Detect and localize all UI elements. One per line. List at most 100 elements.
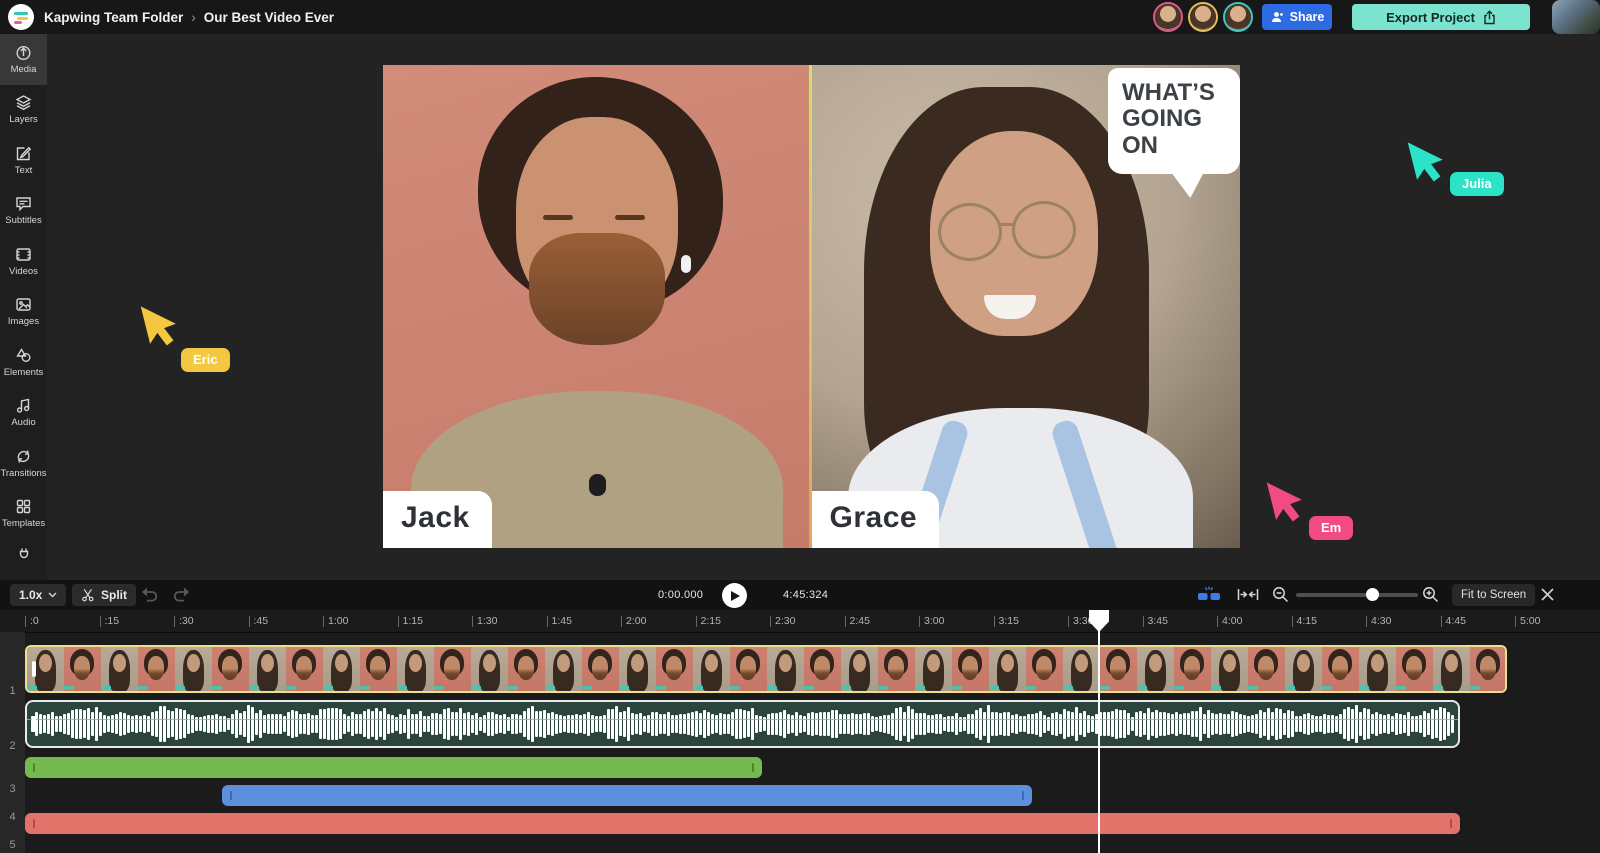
- zoom-slider-knob[interactable]: [1366, 588, 1379, 601]
- track-number: 1: [0, 685, 25, 697]
- volume-line[interactable]: [27, 719, 1458, 720]
- cursor-julia-icon: [1404, 136, 1456, 194]
- sidebar-item-audio[interactable]: Audio: [0, 388, 47, 439]
- breadcrumb-project[interactable]: Our Best Video Ever: [204, 10, 334, 25]
- ruler-label: 2:15: [701, 615, 721, 627]
- ruler-label: :15: [105, 615, 120, 627]
- playback-speed-dropdown[interactable]: 1.0x: [10, 584, 66, 606]
- kapwing-logo-icon[interactable]: [8, 4, 34, 30]
- cursor-em-icon: [1263, 476, 1315, 534]
- avatar-collaborator-1[interactable]: [1155, 4, 1181, 30]
- ruler-label: 2:45: [850, 615, 870, 627]
- export-project-button[interactable]: Export Project: [1352, 4, 1530, 30]
- undo-icon: [140, 587, 159, 602]
- split-button[interactable]: Split: [72, 584, 136, 606]
- sidebar-label: Audio: [11, 417, 35, 428]
- text-edit-icon: [15, 145, 32, 162]
- zoom-out-button[interactable]: [1272, 586, 1289, 606]
- sidebar-label: Subtitles: [5, 215, 41, 226]
- sidebar-item-subtitles[interactable]: Subtitles: [0, 186, 47, 237]
- add-person-icon: [1270, 11, 1284, 23]
- clip-trim-handle[interactable]: [752, 763, 754, 772]
- sidebar-label: Layers: [9, 114, 38, 125]
- sidebar-item-layers[interactable]: Layers: [0, 85, 47, 136]
- video-layer-jack[interactable]: Jack: [383, 65, 812, 548]
- fit-timeline-toggle[interactable]: [1237, 587, 1259, 605]
- playhead-line: [1098, 618, 1100, 853]
- clip-trim-handle[interactable]: [230, 791, 232, 800]
- nameplate-jack[interactable]: Jack: [383, 491, 492, 548]
- images-icon: [15, 296, 32, 313]
- timeline-toolbar: 1.0x Split 0:00.000 4:45:324: [0, 580, 1600, 610]
- fit-arrows-icon: [1237, 587, 1259, 602]
- plugin-icon: [16, 545, 32, 561]
- sidebar-item-images[interactable]: Images: [0, 287, 47, 338]
- close-timeline-button[interactable]: [1540, 587, 1555, 605]
- ruler-label: :0: [30, 615, 39, 627]
- sidebar-item-elements[interactable]: Elements: [0, 337, 47, 388]
- clip-trim-handle[interactable]: [1450, 819, 1452, 828]
- nameplate-grace[interactable]: Grace: [812, 491, 940, 548]
- sidebar-item-plugins[interactable]: [0, 539, 47, 567]
- play-button[interactable]: [722, 583, 747, 608]
- current-time: 0:00.000: [658, 589, 703, 601]
- timeline-ruler[interactable]: :0 :15 :30 :45 1:00 1:15 1:30 1:45 2:00 …: [25, 610, 1590, 632]
- clip-trim-handle[interactable]: [33, 763, 35, 772]
- export-label: Export Project: [1386, 10, 1475, 25]
- cursor-label-em: Em: [1309, 516, 1353, 540]
- ruler-label: 3:15: [999, 615, 1019, 627]
- clip-track-4[interactable]: [222, 785, 1032, 806]
- redo-icon: [172, 587, 191, 602]
- smart-snap-toggle[interactable]: [1196, 586, 1222, 606]
- speech-bubble-element[interactable]: WHAT’S GOING ON: [1108, 68, 1240, 174]
- cursor-label-julia: Julia: [1450, 172, 1504, 196]
- clip-trim-handle[interactable]: [1022, 791, 1024, 800]
- audio-clip-track-2[interactable]: [25, 700, 1460, 748]
- avatar-collaborator-3[interactable]: [1225, 4, 1251, 30]
- ruler-divider: [0, 632, 1600, 633]
- timeline-zoom-slider[interactable]: [1296, 593, 1418, 597]
- ruler-label: 2:00: [626, 615, 646, 627]
- ruler-label: :45: [254, 615, 269, 627]
- speed-value: 1.0x: [19, 588, 42, 602]
- avatar-collaborator-2[interactable]: [1190, 4, 1216, 30]
- playhead[interactable]: [1089, 610, 1109, 853]
- export-icon: [1483, 10, 1496, 25]
- share-button[interactable]: Share: [1262, 4, 1332, 30]
- clip-track-3[interactable]: [25, 757, 762, 778]
- ruler-label: 1:45: [552, 615, 572, 627]
- sidebar-item-templates[interactable]: Templates: [0, 489, 47, 540]
- clip-trim-handle[interactable]: [32, 661, 36, 677]
- zoom-in-button[interactable]: [1422, 586, 1439, 606]
- undo-button[interactable]: [140, 587, 159, 605]
- sidebar-item-text[interactable]: Text: [0, 135, 47, 186]
- subtitles-icon: [15, 195, 32, 212]
- breadcrumb-folder[interactable]: Kapwing Team Folder: [44, 10, 183, 25]
- clip-trim-handle[interactable]: [32, 716, 36, 732]
- ruler-label: 4:15: [1297, 615, 1317, 627]
- fit-to-screen-button[interactable]: Fit to Screen: [1452, 584, 1535, 606]
- video-clip-track-1[interactable]: [25, 645, 1507, 693]
- track-number: 2: [0, 740, 25, 752]
- current-user-avatar[interactable]: [1552, 0, 1600, 34]
- share-label: Share: [1290, 10, 1325, 24]
- sidebar-label: Elements: [4, 367, 44, 378]
- redo-button[interactable]: [172, 587, 191, 605]
- ruler-label: 4:00: [1222, 615, 1242, 627]
- ruler-label: 1:00: [328, 615, 348, 627]
- play-icon: [731, 591, 740, 601]
- clip-trim-handle[interactable]: [33, 819, 35, 828]
- sidebar-item-videos[interactable]: Videos: [0, 236, 47, 287]
- sidebar-label: Templates: [2, 518, 45, 529]
- waveform: [31, 703, 1454, 745]
- collaborator-avatars: [1155, 4, 1251, 30]
- top-bar: Kapwing Team Folder › Our Best Video Eve…: [0, 0, 1600, 34]
- chevron-down-icon: [48, 592, 57, 598]
- sidebar-item-media[interactable]: Media: [0, 34, 47, 85]
- clip-track-5[interactable]: [25, 813, 1460, 834]
- cursor-label-eric: Eric: [181, 348, 230, 372]
- layers-icon: [15, 94, 32, 111]
- playhead-handle[interactable]: [1089, 610, 1109, 632]
- ruler-label: 5:00: [1520, 615, 1540, 627]
- sidebar-item-transitions[interactable]: Transitions: [0, 438, 47, 489]
